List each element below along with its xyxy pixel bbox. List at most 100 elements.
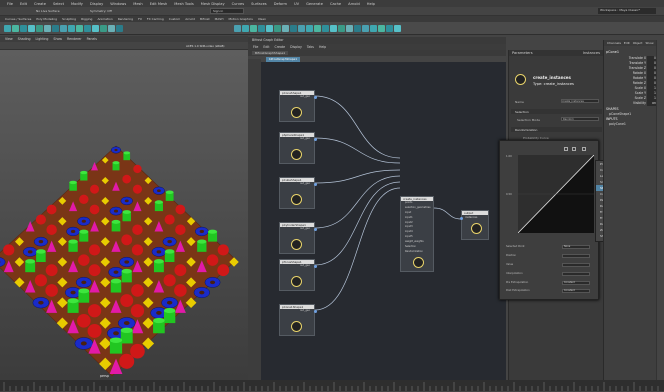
graph-menu-item[interactable]: Tabs	[307, 45, 314, 49]
breadcrumb-path[interactable]: bifrostGraphShape1	[266, 57, 300, 62]
shelf-tool-icon[interactable]	[242, 25, 249, 32]
shelf-tool-icon[interactable]	[20, 25, 27, 32]
parameters-tab[interactable]: Instances	[583, 51, 600, 55]
menu-item[interactable]: Mesh Display	[201, 2, 225, 6]
shelf-tool-icon[interactable]	[330, 25, 337, 32]
shelf-tool-icon[interactable]	[362, 25, 369, 32]
viewport-3d[interactable]	[0, 50, 248, 380]
shelf-tab[interactable]: Arnold	[185, 17, 195, 21]
shape-name[interactable]: pConeShape1	[609, 112, 631, 116]
curve-field-input[interactable]	[562, 254, 590, 258]
selection-section[interactable]: Selection	[511, 109, 602, 114]
output-port[interactable]	[314, 265, 317, 268]
shelf-tool-icon[interactable]	[68, 25, 75, 32]
shelf-tool-icon[interactable]	[84, 25, 91, 32]
curve-field-input[interactable]: None	[562, 245, 590, 249]
input-node[interactable]: pTorusShape1out_geo	[279, 259, 315, 291]
shelf-tab[interactable]: FX	[138, 17, 142, 21]
shelf-tool-icon[interactable]	[28, 25, 35, 32]
shelf-tool-icon[interactable]	[354, 25, 361, 32]
shelf-tool-icon[interactable]	[100, 25, 107, 32]
graph-menu-item[interactable]: Edit	[263, 45, 269, 49]
shelf-tool-icon[interactable]	[394, 25, 401, 32]
settings-icon[interactable]	[582, 147, 586, 151]
shelf-tool-icon[interactable]	[274, 25, 281, 32]
output-port[interactable]	[314, 96, 317, 99]
shelf-tab[interactable]: Rendering	[118, 17, 133, 21]
colorspace-label[interactable]: ACES 1.0 SDR-video (sRGB)	[186, 44, 224, 48]
shelf-tool-icon[interactable]	[44, 25, 51, 32]
shelf-tool-icon[interactable]	[234, 25, 241, 32]
shelf-tool-icon[interactable]	[92, 25, 99, 32]
graph-canvas[interactable]: pConeShape1out_geopSphereShape1out_geopC…	[261, 62, 506, 380]
shelf-tool-icon[interactable]	[76, 25, 83, 32]
shelf-tool-icon[interactable]	[250, 25, 257, 32]
menu-item[interactable]: Select	[53, 2, 64, 6]
shelf-tab[interactable]: XGen	[258, 17, 266, 21]
shelf-tool-icon[interactable]	[108, 25, 115, 32]
output-port[interactable]	[314, 228, 317, 231]
shelf-tab[interactable]: MASH	[215, 17, 224, 21]
shelf-tab[interactable]: Bifrost	[200, 17, 210, 21]
menu-item[interactable]: Generate	[306, 2, 323, 6]
output-node[interactable]: output instances	[461, 210, 489, 240]
menu-item[interactable]: Create	[34, 2, 46, 6]
output-port[interactable]	[314, 138, 317, 141]
shelf-tool-icon[interactable]	[386, 25, 393, 32]
workspace-select[interactable]: Workspace : Maya Classic*	[598, 8, 656, 14]
menu-item[interactable]: Arnold	[348, 2, 360, 6]
sign-in-field[interactable]: Sign in	[210, 8, 244, 14]
menu-item[interactable]: Surfaces	[251, 2, 267, 6]
input-port[interactable]	[460, 217, 463, 220]
shelf-tool-icon[interactable]	[266, 25, 273, 32]
compound-port[interactable]: Randomization	[401, 250, 433, 255]
shelf-tool-icon[interactable]	[290, 25, 297, 32]
shelf-tab[interactable]: Motion Graphics	[228, 17, 252, 21]
output-port[interactable]	[314, 183, 317, 186]
timeline[interactable]	[0, 380, 664, 391]
viewport-menu-item[interactable]: Lighting	[36, 37, 49, 41]
object-name[interactable]: pCone1	[606, 50, 619, 54]
graph-menu-item[interactable]: Create	[275, 45, 286, 49]
live-surface-label[interactable]: No Live Surface	[36, 9, 60, 13]
curve-field-input[interactable]: Constant	[562, 281, 590, 285]
shelf-tab[interactable]: Poly Modeling	[36, 17, 57, 21]
input-node[interactable]: pCylinderShape1out_geo	[279, 222, 315, 254]
graph-menu-item[interactable]: Display	[290, 45, 302, 49]
shelf-tool-icon[interactable]	[322, 25, 329, 32]
menu-item[interactable]: Cache	[330, 2, 341, 6]
shelf-tab[interactable]: Sculpting	[62, 17, 76, 21]
channel-box-tab[interactable]: Object	[633, 41, 643, 45]
fit-icon[interactable]	[564, 147, 568, 151]
viewport-menu-item[interactable]: Renderer	[67, 37, 82, 41]
channel-box-tab[interactable]: Channels	[607, 41, 621, 45]
create-instances-node[interactable]: create_instances pointsselection_geometr…	[400, 196, 434, 272]
shelf-tool-icon[interactable]	[282, 25, 289, 32]
graph-menu-item[interactable]: Help	[319, 45, 326, 49]
shelf-tool-icon[interactable]	[370, 25, 377, 32]
shelf-tab[interactable]: Curves / Surfaces	[5, 17, 31, 21]
menu-item[interactable]: Edit	[20, 2, 27, 6]
shelf-tool-icon[interactable]	[298, 25, 305, 32]
shelf-tool-icon[interactable]	[338, 25, 345, 32]
shelf-tool-icon[interactable]	[116, 25, 123, 32]
randomization-section[interactable]: Randomization	[511, 127, 602, 132]
viewport-menu-item[interactable]: Show	[53, 37, 62, 41]
menu-item[interactable]: Mesh Tools	[174, 2, 193, 6]
input-node[interactable]: pSphereShape1out_geo	[279, 132, 315, 164]
channel-box-tab[interactable]: Edit	[624, 41, 630, 45]
output-port[interactable]	[314, 310, 317, 313]
shelf-tab[interactable]: Custom	[169, 17, 181, 21]
curve-field-input[interactable]	[562, 272, 590, 276]
input-name[interactable]: polyCone1	[609, 122, 626, 126]
shelf-tool-icon[interactable]	[60, 25, 67, 32]
shelf-tool-icon[interactable]	[36, 25, 43, 32]
shelf-tool-icon[interactable]	[12, 25, 19, 32]
input-node[interactable]: pCubeShape1out_geo	[279, 177, 315, 209]
graph-menu-item[interactable]: File	[253, 45, 258, 49]
viewport-menu-item[interactable]: Shading	[18, 37, 31, 41]
curve-graph[interactable]	[518, 155, 594, 233]
channel-row[interactable]: Visibilityon	[604, 101, 658, 106]
menu-item[interactable]: Modify	[71, 2, 83, 6]
menu-item[interactable]: Edit Mesh	[150, 2, 168, 6]
